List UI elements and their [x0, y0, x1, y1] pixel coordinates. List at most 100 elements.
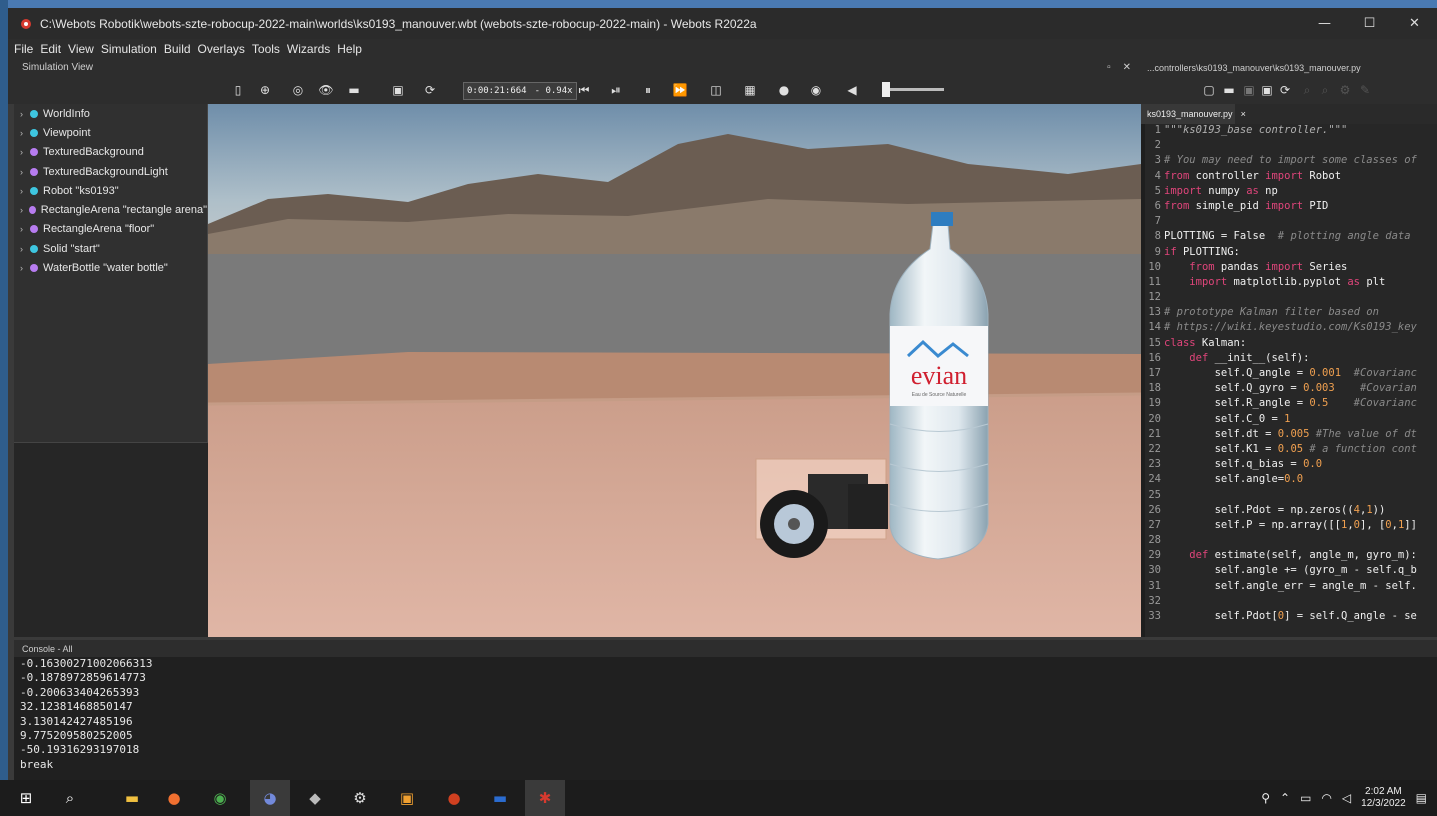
add-node-icon[interactable]: ⊕ [257, 82, 273, 98]
console-line: -0.16300271002066313 [20, 657, 153, 670]
code-text: self.Q_angle = 0.001 #Covarianc [1164, 367, 1417, 379]
revert-icon[interactable]: ⟳ [1277, 82, 1293, 98]
discord-icon[interactable]: ◕ [250, 780, 290, 816]
line-number: 31 [1148, 579, 1161, 592]
clean-icon[interactable]: ✎ [1357, 82, 1373, 98]
app-orange-icon[interactable]: ▣ [395, 786, 419, 810]
scene-tree-item[interactable]: › Robot "ks0193" [14, 181, 207, 200]
windows-start-icon[interactable]: ⊞ [14, 786, 38, 810]
expand-arrow-icon[interactable]: › [20, 109, 30, 119]
pause-icon[interactable]: ⏸ [640, 82, 656, 98]
expand-arrow-icon[interactable]: › [20, 167, 30, 177]
tab-ks0193-manouver[interactable]: ks0193_manouver.py × [1141, 104, 1246, 124]
scene-tree-item[interactable]: › Solid "start" [14, 239, 207, 258]
scene-tree-item[interactable]: › Viewpoint [14, 123, 207, 142]
menu-file[interactable]: File [14, 42, 33, 56]
expand-arrow-icon[interactable]: › [20, 205, 29, 215]
line-number: 22 [1148, 442, 1161, 455]
volume-tray-icon[interactable]: ◁ [1342, 791, 1351, 805]
battery-icon[interactable]: ▭ [1300, 791, 1311, 805]
menu-edit[interactable]: Edit [40, 42, 61, 56]
expand-arrow-icon[interactable]: › [20, 244, 30, 254]
minimize-button[interactable]: — [1302, 8, 1347, 39]
firefox-icon[interactable]: ● [162, 786, 186, 810]
scene-tree-item[interactable]: › TexturedBackgroundLight [14, 162, 207, 181]
close-button[interactable]: ✕ [1392, 8, 1437, 39]
rendering-icon[interactable]: ◫ [708, 82, 724, 98]
editor-file-path: ...controllers\ks0193_manouver\ks0193_ma… [1147, 62, 1361, 73]
reload-world-icon[interactable]: ⟳ [422, 82, 438, 98]
menu-simulation[interactable]: Simulation [101, 42, 157, 56]
menu-view[interactable]: View [68, 42, 94, 56]
search-icon[interactable]: ⌕ [58, 786, 82, 810]
scene-tree-item[interactable]: › TexturedBackground [14, 143, 207, 162]
new-file-icon[interactable]: ▢ [1201, 82, 1217, 98]
close-panel-icon[interactable]: ✕ [1123, 62, 1131, 73]
line-number: 19 [1148, 397, 1161, 410]
line-number: 9 [1154, 245, 1161, 258]
chrome-icon[interactable]: ◉ [208, 786, 232, 810]
open-file-icon[interactable]: ▬ [1221, 82, 1237, 98]
record-movie-icon[interactable]: ▦ [742, 82, 758, 98]
node-dot-icon [30, 109, 38, 118]
file-explorer-icon[interactable]: ▬ [120, 786, 144, 810]
notification-icon[interactable]: ▤ [1416, 791, 1427, 805]
expand-arrow-icon[interactable]: › [20, 128, 30, 138]
reset-simulation-icon[interactable]: ⏮ [576, 82, 592, 98]
toggle-scene-tree-icon[interactable]: ▯ [230, 82, 246, 98]
menu-build[interactable]: Build [164, 42, 191, 56]
scene-tree-item[interactable]: › RectangleArena "rectangle arena" [14, 200, 207, 219]
undock-icon[interactable]: ▫ [1107, 62, 1111, 73]
fast-forward-icon[interactable]: ⏩ [672, 82, 688, 98]
replace-icon[interactable]: ⌕ [1317, 82, 1333, 98]
save-file-icon[interactable]: ▣ [1241, 82, 1257, 98]
scene-tree-item[interactable]: › WaterBottle "water bottle" [14, 258, 207, 277]
volume-icon[interactable]: ◀ [844, 82, 860, 98]
menu-help[interactable]: Help [337, 42, 362, 56]
volume-slider-handle[interactable] [882, 82, 890, 97]
find-icon[interactable]: ⌕ [1299, 82, 1315, 98]
line-number: 6 [1154, 199, 1161, 212]
editor-toolbar: ▢ ▬ ▣ ▣ ⟳ ⌕ ⌕ ⚙ ✎ [1141, 76, 1437, 104]
tab-close-icon[interactable]: × [1241, 109, 1246, 119]
tray-chevron-icon[interactable]: ⌃ [1280, 791, 1290, 805]
line-number: 30 [1148, 564, 1161, 577]
people-icon[interactable]: ⚲ [1261, 791, 1270, 805]
record-icon[interactable]: ● [776, 82, 792, 98]
expand-arrow-icon[interactable]: › [20, 186, 30, 196]
menu-overlays[interactable]: Overlays [198, 42, 245, 56]
expand-arrow-icon[interactable]: › [20, 147, 30, 157]
save-all-icon[interactable]: ▣ [1259, 82, 1275, 98]
webots-taskbar-icon[interactable]: ✱ [525, 780, 565, 816]
simulation-view-title: Simulation View [22, 62, 93, 73]
follow-object-icon[interactable]: ◎ [290, 82, 306, 98]
code-editor[interactable]: 1 """ks0193_base controller.""" 2 3 # You ma… [1141, 124, 1437, 637]
console[interactable]: -0.16300271002066313 -0.1878972859614773-… [14, 657, 1437, 780]
scene-tree-item[interactable]: › WorldInfo [14, 104, 207, 123]
eye-icon[interactable]: 👁 [318, 82, 334, 98]
clock[interactable]: 2:02 AM 12/3/2022 [1361, 786, 1406, 810]
menu-wizards[interactable]: Wizards [287, 42, 330, 56]
expand-arrow-icon[interactable]: › [20, 263, 30, 273]
powerpoint-icon[interactable]: ● [442, 786, 466, 810]
code-line: 15 class Kalman: [1145, 337, 1437, 352]
build-icon[interactable]: ⚙ [1337, 82, 1353, 98]
open-world-icon[interactable]: ▬ [346, 82, 362, 98]
word-icon[interactable]: ▬ [488, 786, 512, 810]
wifi-icon[interactable]: ◠ [1321, 791, 1331, 805]
node-dot-icon [30, 225, 38, 234]
save-world-icon[interactable]: ▣ [390, 82, 406, 98]
screenshot-icon[interactable]: ◉ [808, 82, 824, 98]
step-icon[interactable]: ⏯ [608, 82, 624, 98]
app-icon[interactable]: ◆ [303, 786, 327, 810]
code-text: from simple_pid import PID [1164, 199, 1329, 212]
scene-tree-item[interactable]: › RectangleArena "floor" [14, 220, 207, 239]
volume-slider[interactable] [884, 88, 944, 91]
bottle-brand: evian [911, 361, 967, 390]
expand-arrow-icon[interactable]: › [20, 224, 30, 234]
settings-icon[interactable]: ⚙ [348, 786, 372, 810]
3d-viewport[interactable]: evian Eau de Source Naturelle [208, 104, 1141, 637]
menu-tools[interactable]: Tools [252, 42, 280, 56]
code-line: 30 self.angle += (gyro_m - self.q_b [1145, 564, 1437, 579]
maximize-button[interactable]: ☐ [1347, 8, 1392, 39]
